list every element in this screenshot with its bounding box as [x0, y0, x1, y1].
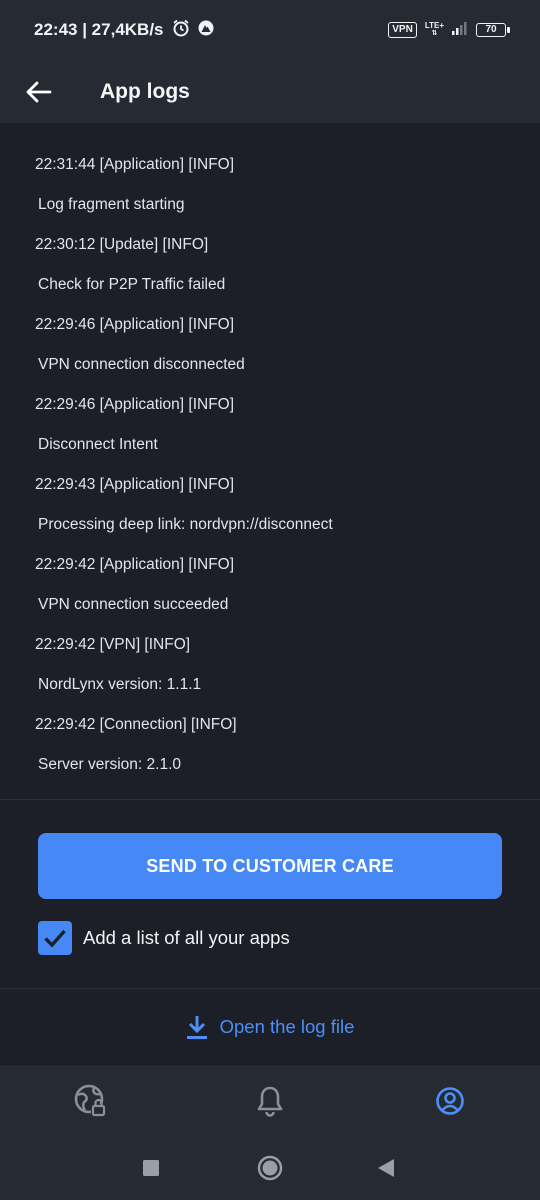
nav-item-notifications[interactable] — [225, 1067, 315, 1135]
alarm-icon — [172, 19, 190, 42]
log-entry-header: 22:29:42 [VPN] [INFO] — [35, 636, 191, 653]
app-bar: App logs — [0, 60, 540, 123]
include-apps-label: Add a list of all your apps — [83, 927, 290, 948]
send-to-customer-care-button[interactable]: SEND TO CUSTOMER CARE — [38, 833, 502, 899]
checkmark-icon — [44, 929, 66, 948]
log-entry-header: 22:29:42 [Application] [INFO] — [35, 556, 235, 573]
log-entry: 22:29:42 [VPN] [INFO] NordLynx version: … — [0, 633, 540, 713]
status-right: VPN LTE+ ⇅ 70 — [388, 20, 510, 40]
log-entry-header: 22:29:46 [Application] [INFO] — [35, 316, 235, 333]
home-button[interactable] — [235, 1135, 305, 1200]
status-bar: 22:43 | 27,4KB/s VPN LTE+ ⇅ 70 — [0, 0, 540, 60]
log-entry-message: Log fragment starting — [38, 196, 185, 213]
profile-icon — [436, 1087, 464, 1115]
home-circle-icon — [257, 1155, 283, 1180]
log-entry: 22:29:43 [Application] [INFO] Processing… — [0, 473, 540, 553]
divider — [0, 799, 540, 800]
log-entry-message: Server version: 2.1.0 — [38, 756, 182, 773]
signal-icon — [452, 20, 468, 40]
system-navigation-bar — [0, 1135, 540, 1200]
log-entry-header: 22:29:46 [Application] [INFO] — [35, 396, 235, 413]
download-icon — [186, 1016, 207, 1039]
network-type: LTE+ ⇅ — [424, 21, 444, 38]
globe-lock-icon — [74, 1084, 106, 1117]
back-button[interactable] — [19, 72, 59, 112]
log-entry-header: 22:29:42 [Connection] [INFO] — [35, 716, 237, 733]
log-entry: 22:29:46 [Application] [INFO] Disconnect… — [0, 393, 540, 473]
arrow-left-icon — [26, 81, 52, 102]
bell-icon — [257, 1086, 283, 1117]
nav-item-servers[interactable] — [46, 1067, 136, 1135]
log-entry: 22:30:12 [Update] [INFO] Check for P2P T… — [0, 233, 540, 313]
log-entry-message: VPN connection disconnected — [38, 356, 245, 373]
square-icon — [143, 1159, 159, 1176]
vpn-badge: VPN — [388, 22, 417, 38]
divider — [0, 988, 540, 989]
log-entry-message: Disconnect Intent — [38, 436, 158, 453]
open-log-file-link[interactable]: Open the log file — [0, 1003, 540, 1051]
nav-item-profile[interactable] — [405, 1067, 495, 1135]
triangle-back-icon — [378, 1158, 394, 1177]
recents-button[interactable] — [116, 1135, 186, 1200]
log-entry: 22:31:44 [Application] [INFO] Log fragme… — [0, 153, 540, 233]
status-left: 22:43 | 27,4KB/s — [34, 19, 214, 42]
log-entry: 22:29:46 [Application] [INFO] VPN connec… — [0, 313, 540, 393]
status-time-speed: 22:43 | 27,4KB/s — [34, 20, 164, 39]
log-entry-header: 22:31:44 [Application] [INFO] — [35, 156, 235, 173]
open-log-file-label: Open the log file — [219, 1016, 355, 1037]
log-entry-message: Processing deep link: nordvpn://disconne… — [38, 516, 333, 533]
log-entry-message: Check for P2P Traffic failed — [38, 276, 226, 293]
log-entry-header: 22:30:12 [Update] [INFO] — [35, 236, 209, 253]
log-entry: 22:29:42 [Connection] [INFO] Server vers… — [0, 713, 540, 793]
battery-indicator: 70 — [476, 23, 510, 37]
log-entry-header: 22:29:43 [Application] [INFO] — [35, 476, 235, 493]
log-entry: 22:29:42 [Application] [INFO] VPN connec… — [0, 553, 540, 633]
nord-icon — [198, 20, 214, 41]
log-entry-message: VPN connection succeeded — [38, 596, 229, 613]
bottom-navigation — [0, 1067, 540, 1135]
log-list[interactable]: 22:31:44 [Application] [INFO] Log fragme… — [0, 123, 540, 800]
include-apps-checkbox-row[interactable]: Add a list of all your apps — [38, 921, 290, 955]
log-entry-message: NordLynx version: 1.1.1 — [38, 676, 202, 693]
include-apps-checkbox[interactable] — [38, 921, 72, 955]
page-title: App logs — [100, 79, 190, 103]
back-system-button[interactable] — [351, 1135, 421, 1200]
